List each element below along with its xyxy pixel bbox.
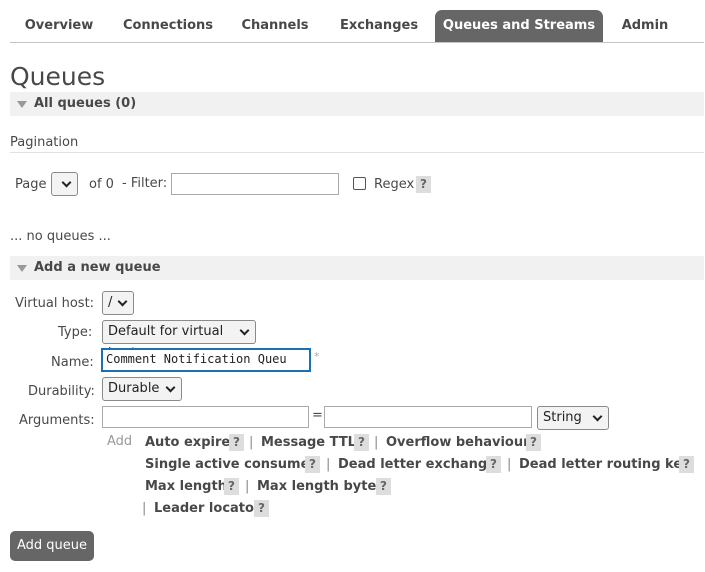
durability-label: Durability: [28,384,95,399]
required-mark: * [314,350,320,363]
pagination-label: Pagination [10,135,79,150]
help-icon[interactable]: ? [305,456,320,473]
separator: | [374,435,379,450]
virtual-host-value: / [108,295,113,310]
regex-help-icon[interactable]: ? [416,176,431,193]
regex-checkbox[interactable] [353,177,366,190]
separator: | [142,501,147,516]
tab-channels[interactable]: Channels [228,10,322,42]
chevron-down-icon [592,411,603,422]
help-icon[interactable]: ? [354,434,369,451]
arg-overflow-behaviour[interactable]: Overflow behaviour [386,435,530,450]
tab-overview[interactable]: Overview [10,10,108,42]
arg-dead-letter-routing-key[interactable]: Dead letter routing key [519,457,691,472]
chevron-down-icon [239,325,250,336]
separator: | [249,435,254,450]
virtual-host-label: Virtual host: [15,296,95,311]
help-icon[interactable]: ? [224,478,239,495]
help-icon[interactable]: ? [526,434,541,451]
durability-value: Durable [108,381,160,396]
tab-queues-and-streams[interactable]: Queues and Streams [435,10,603,42]
collapse-triangle-icon [17,101,27,108]
separator: | [507,457,512,472]
filter-label: - Filter: [122,176,168,191]
chevron-down-icon [117,296,128,307]
filter-input[interactable] [171,173,339,195]
help-icon[interactable]: ? [254,500,269,517]
arg-auto-expire[interactable]: Auto expire [145,435,230,450]
page-label: Page [15,177,47,192]
arg-max-length[interactable]: Max length [145,479,227,494]
name-label: Name: [51,355,94,370]
durability-select[interactable]: Durable [102,377,182,401]
add-label: Add [107,434,133,449]
collapse-triangle-icon [17,265,27,272]
arg-single-active-consumer[interactable]: Single active consumer [145,457,316,472]
pagination-divider [10,152,704,153]
arg-max-length-bytes[interactable]: Max length bytes [257,479,384,494]
queue-name-input[interactable]: Comment Notification Queu [101,348,311,372]
help-icon[interactable]: ? [486,456,501,473]
no-queues-text: ... no queues ... [10,229,111,244]
add-queue-toggle[interactable]: Add a new queue [10,256,704,280]
argument-type-select[interactable]: String [537,406,609,430]
main-tab-bar: Overview Connections Channels Exchanges … [10,10,704,43]
all-queues-toggle[interactable]: All queues (0) [10,92,704,116]
virtual-host-select[interactable]: / [102,291,134,315]
equals-sign: = [312,408,323,423]
arg-dead-letter-exchange[interactable]: Dead letter exchange [338,457,496,472]
chevron-down-icon [61,177,72,188]
page-select[interactable] [51,172,78,196]
arg-leader-locator[interactable]: Leader locator [154,501,260,516]
argument-type-value: String [543,410,582,425]
add-queue-button[interactable]: Add queue [10,531,94,561]
page-title: Queues [10,62,106,91]
argument-value-input[interactable] [324,406,532,428]
chevron-down-icon [165,382,176,393]
separator: | [245,479,250,494]
type-select[interactable]: Default for virtual host [102,320,256,361]
type-label: Type: [58,325,93,340]
arguments-label: Arguments: [19,413,95,428]
regex-label: Regex [374,177,415,192]
all-queues-label: All queues (0) [34,96,137,111]
tab-connections[interactable]: Connections [110,10,226,42]
tab-exchanges[interactable]: Exchanges [328,10,430,42]
tab-admin[interactable]: Admin [610,10,680,42]
help-icon[interactable]: ? [679,456,694,473]
argument-key-input[interactable] [102,406,309,428]
arg-message-ttl[interactable]: Message TTL [261,435,356,450]
separator: | [326,457,331,472]
help-icon[interactable]: ? [376,478,391,495]
help-icon[interactable]: ? [229,434,244,451]
page-count-text: of 0 [89,177,114,192]
add-queue-header: Add a new queue [34,260,161,275]
